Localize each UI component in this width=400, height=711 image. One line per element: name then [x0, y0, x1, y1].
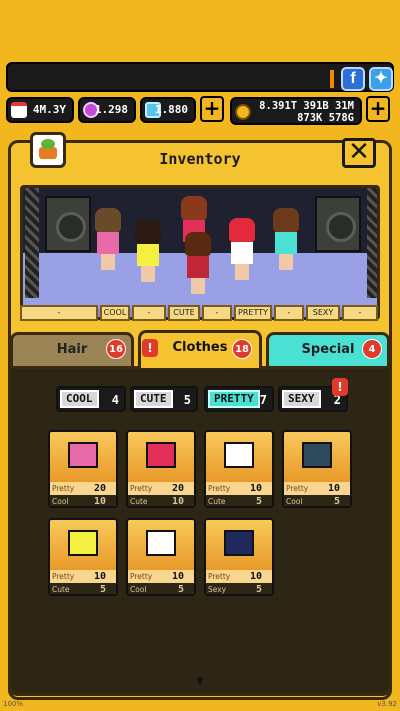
hair-count-badge: 16	[106, 339, 126, 359]
filter-count: 4	[111, 393, 119, 407]
clothes-item-card[interactable]: Pretty 10 Cute 5	[48, 518, 118, 596]
stage-tag: -	[342, 305, 378, 321]
stage-tag-row: - COOL - CUTE - PRETTY - SEXY -	[20, 305, 380, 325]
ticket-value: 1.880	[154, 103, 188, 116]
stage-tag: SEXY	[306, 305, 340, 321]
filter-cute-button[interactable]: CUTE 5	[130, 386, 198, 412]
stage-tag: -	[132, 305, 166, 321]
item-art	[50, 432, 116, 482]
idol-character	[273, 208, 301, 270]
item-secondary-stat: Cute 5	[50, 583, 116, 594]
percent-label: 100%	[3, 700, 24, 708]
clothes-item-card[interactable]: Pretty 20 Cute 10	[126, 430, 196, 508]
gem-value: 1.298	[94, 103, 128, 116]
stage-tag: COOL	[100, 305, 130, 321]
ticket-counter: 1.880	[140, 97, 196, 123]
item-primary-stat: Pretty 10	[206, 482, 272, 495]
coin-icon	[235, 104, 251, 120]
shirt-icon	[224, 442, 254, 468]
shirt-icon	[302, 442, 332, 468]
filter-label: CUTE	[134, 390, 173, 408]
clothes-item-card[interactable]: Pretty 10 Cool 5	[282, 430, 352, 508]
item-primary-stat: Pretty 10	[284, 482, 350, 495]
item-secondary-stat: Sexy 5	[206, 583, 272, 594]
twitter-icon[interactable]: ✦	[369, 67, 393, 91]
item-primary-stat: Pretty 10	[128, 570, 194, 583]
shirt-icon	[224, 530, 254, 556]
add-money-button[interactable]: +	[366, 96, 390, 122]
stage-tag: CUTE	[168, 305, 200, 321]
idol-character	[95, 208, 123, 270]
money-value: 8.391T 391B 31M 873K 578G	[259, 100, 354, 124]
clothes-alert-icon: !	[142, 339, 158, 357]
tab-label: Clothes	[172, 340, 228, 355]
clothes-item-card[interactable]: Pretty 10 Cool 5	[126, 518, 196, 596]
gem-counter: 1.298	[78, 97, 136, 123]
money-counter: 8.391T 391B 31M 873K 578G	[230, 97, 362, 125]
days-value: 4M.3Y	[32, 103, 66, 116]
shirt-icon	[68, 442, 98, 468]
item-art	[50, 520, 116, 570]
clothes-count-badge: 18	[232, 339, 252, 359]
item-art	[128, 432, 194, 482]
clothes-item-card[interactable]: Pretty 20 Cool 10	[48, 430, 118, 508]
version-label: v3.92	[377, 700, 397, 708]
money-line-2: 873K 578G	[297, 112, 354, 124]
idol-character	[135, 220, 163, 282]
item-primary-stat: Pretty 10	[50, 570, 116, 583]
item-primary-stat: Pretty 10	[206, 570, 272, 583]
idol-character	[229, 218, 257, 280]
speaker-right	[315, 196, 361, 252]
top-bar: f ✦	[6, 62, 394, 92]
bar-separator	[330, 70, 334, 88]
stage-tag: PRETTY	[234, 305, 272, 321]
item-secondary-stat: Cool 5	[284, 495, 350, 506]
close-button[interactable]: ✕	[342, 138, 376, 168]
item-secondary-stat: Cute 10	[128, 495, 194, 506]
filter-count: 5	[183, 393, 191, 407]
filter-label: PRETTY	[208, 390, 260, 408]
item-primary-stat: Pretty 20	[50, 482, 116, 495]
shirt-icon	[68, 530, 98, 556]
money-line-1: 8.391T 391B 31M	[259, 100, 354, 112]
item-secondary-stat: Cool 10	[50, 495, 116, 506]
item-secondary-stat: Cool 5	[128, 583, 194, 594]
facebook-icon[interactable]: f	[341, 67, 365, 91]
item-art	[206, 432, 272, 482]
shirt-icon	[146, 442, 176, 468]
filter-pretty-button[interactable]: PRETTY 7	[204, 386, 274, 412]
stage-preview	[20, 185, 380, 320]
tab-label: Special	[301, 342, 355, 357]
speaker-left	[45, 196, 91, 252]
stage-truss-right	[367, 188, 377, 298]
shirt-icon	[146, 530, 176, 556]
scroll-down-icon[interactable]: ▼	[196, 676, 204, 687]
calendar-icon	[11, 102, 27, 118]
days-counter: 4M.3Y	[6, 97, 74, 123]
filter-label: SEXY	[282, 390, 321, 408]
idol-character	[185, 232, 213, 294]
special-count-badge: 4	[362, 339, 382, 359]
stage-tag: -	[274, 305, 304, 321]
item-art	[206, 520, 272, 570]
filter-count: 7	[259, 393, 267, 407]
filter-label: COOL	[60, 390, 99, 408]
clothes-item-card[interactable]: Pretty 10 Cute 5	[204, 430, 274, 508]
item-primary-stat: Pretty 20	[128, 482, 194, 495]
filter-cool-button[interactable]: COOL 4	[56, 386, 126, 412]
sexy-alert-icon: !	[332, 378, 348, 396]
item-art	[284, 432, 350, 482]
tab-label: Hair	[56, 342, 88, 357]
stage-truss-left	[25, 188, 39, 298]
stage-tag: -	[202, 305, 232, 321]
add-ticket-button[interactable]: +	[200, 96, 224, 122]
stage-tag: -	[20, 305, 98, 321]
item-art	[128, 520, 194, 570]
page-title: Inventory	[159, 150, 241, 168]
item-secondary-stat: Cute 5	[206, 495, 272, 506]
clothes-item-card[interactable]: Pretty 10 Sexy 5	[204, 518, 274, 596]
